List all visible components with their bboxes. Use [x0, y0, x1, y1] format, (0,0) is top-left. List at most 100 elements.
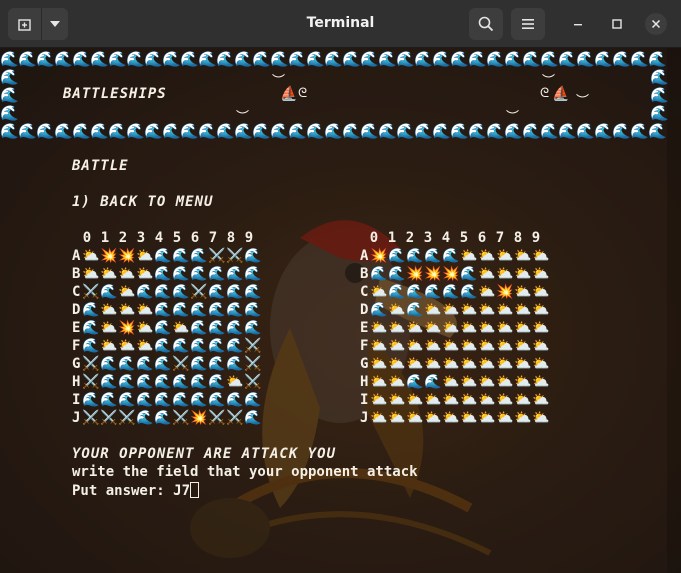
wave-icon: 🌊 [144, 50, 163, 68]
cloud-cell: ⛅ [532, 284, 550, 300]
maximize-button[interactable] [606, 13, 628, 35]
wave-icon: 🌊 [648, 50, 667, 68]
water-cell: 🌊 [82, 392, 100, 408]
wave-icon: 🌊 [126, 50, 145, 68]
water-cell: 🌊 [406, 284, 424, 300]
scrollbar-track[interactable] [667, 48, 681, 573]
wave-icon: 🌊 [306, 50, 325, 68]
water-cell: 🌊 [424, 248, 442, 264]
miss-cell: ⚔️ [100, 410, 118, 426]
hit-cell: 💥 [190, 410, 208, 426]
water-cell: 🌊 [208, 356, 226, 372]
cloud-cell: ⛅ [370, 320, 388, 336]
wave-icon: 🌊 [468, 122, 487, 140]
cloud-cell: ⛅ [496, 320, 514, 336]
search-button[interactable] [469, 8, 503, 40]
close-button[interactable] [645, 13, 667, 35]
cloud-cell: ⛅ [496, 302, 514, 318]
row-label: I [72, 392, 81, 408]
board-row: D 🌊 ⛅ 🌊 ⛅ ⛅ ⛅ ⛅ ⛅ ⛅ ⛅ [360, 301, 550, 319]
back-to-menu-option[interactable]: 1) BACK TO MENU [72, 194, 213, 210]
hit-cell: 💥 [424, 266, 442, 282]
board-row: H ⛅ ⛅ 🌊 🌊 ⛅ ⛅ ⛅ ⛅ ⛅ ⛅ [360, 373, 550, 391]
board-row: F 🌊 ⛅ ⛅ ⛅ 🌊 🌊 🌊 🌊 🌊 ⚔️ [72, 337, 262, 355]
hit-cell: 💥 [100, 248, 118, 264]
cloud-cell: ⛅ [532, 410, 550, 426]
wave-icon: 🌊 [216, 50, 235, 68]
cloud-cell: ⛅ [514, 338, 532, 354]
wave-icon: 🌊 [108, 122, 127, 140]
board-row: I ⛅ ⛅ ⛅ ⛅ ⛅ ⛅ ⛅ ⛅ ⛅ ⛅ [360, 391, 550, 409]
water-cell: 🌊 [244, 302, 262, 318]
miss-cell: ⚔️ [208, 248, 226, 264]
attack-message: YOUR OPPONENT ARE ATTACK YOU [72, 446, 337, 462]
wave-icon: 🌊 [36, 50, 55, 68]
wave-icon: 🌊 [90, 50, 109, 68]
water-cell: 🌊 [136, 356, 154, 372]
minimize-button[interactable] [567, 13, 589, 35]
wave-icon: 🌊 [396, 50, 415, 68]
cloud-cell: ⛅ [514, 410, 532, 426]
water-cell: 🌊 [226, 284, 244, 300]
water-cell: 🌊 [190, 338, 208, 354]
cloud-cell: ⛅ [496, 410, 514, 426]
cloud-cell: ⛅ [136, 266, 154, 282]
cloud-cell: ⛅ [460, 302, 478, 318]
player-board: A ⛅ 💥 💥 ⛅ 🌊 🌊 🌊 ⚔️ ⚔️ 🌊 B ⛅ ⛅ ⛅ ⛅ 🌊 🌊 🌊 🌊 🌊 🌊 C ⚔️ 🌊 ⛅ 🌊 🌊 🌊 ⚔️ 🌊 🌊 🌊 D 🌊 ⛅… [72, 247, 262, 427]
cloud-cell: ⛅ [478, 266, 496, 282]
cloud-cell: ⛅ [388, 302, 406, 318]
minimize-icon [574, 24, 582, 26]
water-cell: 🌊 [136, 284, 154, 300]
water-cell: 🌊 [226, 302, 244, 318]
cloud-cell: ⛅ [118, 338, 136, 354]
row-label: C [72, 284, 81, 300]
column-label: 8 [226, 230, 236, 246]
cloud-cell: ⛅ [100, 302, 118, 318]
cloud-cell: ⛅ [460, 410, 478, 426]
column-label: 2 [118, 230, 128, 246]
cloud-cell: ⛅ [532, 338, 550, 354]
cloud-cell: ⛅ [136, 302, 154, 318]
wave-icon: 🌊 [342, 122, 361, 140]
column-label: 3 [423, 230, 433, 246]
wave-icon: 🌊 [576, 50, 595, 68]
wave-icon: 🌊 [270, 122, 289, 140]
wave-icon: 🌊 [198, 50, 217, 68]
miss-cell: ⚔️ [226, 410, 244, 426]
wave-icon: 🌊 [378, 122, 397, 140]
cloud-cell: ⛅ [82, 266, 100, 282]
cloud-cell: ⛅ [100, 266, 118, 282]
wave-icon: 🌊 [0, 86, 19, 104]
wave-icon: 🌊 [630, 122, 649, 140]
terminal-area[interactable]: 🌊 🌊 🌊 🌊 🌊 🌊 🌊 🌊 🌊 🌊 🌊 🌊 🌊 🌊 🌊 🌊 🌊 🌊 🌊 🌊 🌊 🌊 🌊 🌊 🌊 🌊 🌊 🌊 🌊 🌊 🌊 🌊 🌊 🌊 🌊 🌊 🌊 🌊 🌊… [0, 48, 681, 573]
wave-icon: 🌊 [72, 50, 91, 68]
water-cell: 🌊 [208, 284, 226, 300]
cloud-cell: ⛅ [136, 338, 154, 354]
column-label: 0 [369, 230, 379, 246]
wave-icon: 🌊 [18, 50, 37, 68]
cloud-cell: ⛅ [82, 248, 100, 264]
answer-input[interactable]: J7 [173, 483, 190, 499]
wave-icon: 🌊 [486, 50, 505, 68]
hit-cell: 💥 [370, 248, 388, 264]
menu-button[interactable] [511, 8, 545, 40]
row-label: A [72, 248, 81, 264]
wave-icon: 🌊 [360, 122, 379, 140]
board-row: D 🌊 ⛅ ⛅ ⛅ 🌊 🌊 🌊 🌊 🌊 🌊 [72, 301, 262, 319]
banner-wave-bottom: 🌊 🌊 🌊 🌊 🌊 🌊 🌊 🌊 🌊 🌊 🌊 🌊 🌊 🌊 🌊 🌊 🌊 🌊 🌊 🌊 🌊 🌊 🌊 🌊 🌊 🌊 🌊 🌊 🌊 🌊 🌊 🌊 🌊 🌊 🌊 🌊 🌊 [0, 122, 667, 140]
water-cell: 🌊 [208, 392, 226, 408]
opponent-board: A 💥 🌊 🌊 🌊 🌊 ⛅ ⛅ ⛅ ⛅ ⛅ B 🌊 🌊 💥 💥 💥 🌊 ⛅ ⛅ ⛅ ⛅ C ⛅ 🌊 🌊 🌊 🌊 🌊 ⛅ 💥 ⛅ ⛅ D 🌊 ⛅ 🌊 ⛅ ⛅ ⛅… [360, 247, 550, 427]
water-cell: 🌊 [244, 284, 262, 300]
board-row: F ⛅ ⛅ ⛅ ⛅ ⛅ ⛅ ⛅ ⛅ ⛅ ⛅ [360, 337, 550, 355]
wave-icon: 🌊 [252, 122, 271, 140]
water-cell: 🌊 [190, 266, 208, 282]
cloud-cell: ⛅ [496, 266, 514, 282]
wave-icon: 🌊 [630, 50, 649, 68]
board-row: A 💥 🌊 🌊 🌊 🌊 ⛅ ⛅ ⛅ ⛅ ⛅ [360, 247, 550, 265]
column-label: 9 [531, 230, 541, 246]
answer-prompt[interactable]: Put answer: J7 [72, 482, 200, 499]
board-row: J ⚔️ ⚔️ ⚔️ 🌊 🌊 ⚔️ 💥 ⚔️ ⚔️ 🌊 [72, 409, 262, 427]
cloud-cell: ⛅ [388, 410, 406, 426]
cloud-cell: ⛅ [460, 320, 478, 336]
cloud-cell: ⛅ [514, 374, 532, 390]
